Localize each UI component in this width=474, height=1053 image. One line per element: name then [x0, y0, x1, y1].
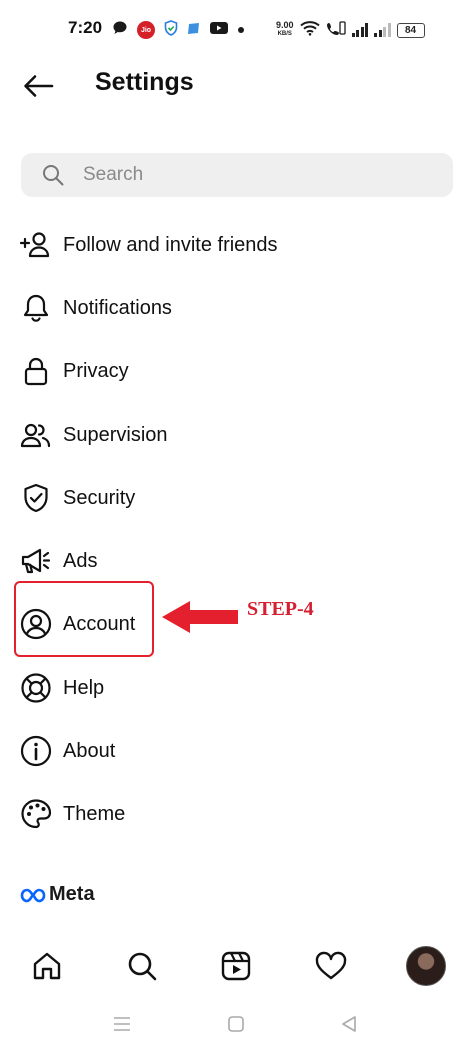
- nav-profile-button[interactable]: [406, 946, 446, 986]
- network-speed-unit: KB/S: [277, 31, 292, 37]
- back-triangle-icon: [342, 1016, 356, 1032]
- people-icon: [20, 419, 52, 451]
- meta-label: Meta: [49, 883, 95, 905]
- menu-item-supervision[interactable]: Supervision: [0, 407, 474, 463]
- lifebuoy-icon: [20, 672, 52, 704]
- bell-icon: [20, 292, 52, 324]
- menu-label: Security: [63, 486, 136, 509]
- menu-icon: [114, 1017, 130, 1031]
- bottom-nav: [0, 938, 474, 994]
- menu-label: Notifications: [63, 296, 172, 319]
- menu-item-privacy[interactable]: Privacy: [0, 343, 474, 399]
- menu-item-about[interactable]: About: [0, 723, 474, 779]
- palette-icon: [20, 798, 52, 830]
- search-icon: [41, 163, 65, 187]
- nav-reels-button[interactable]: [216, 946, 256, 986]
- search-bar[interactable]: [21, 153, 453, 197]
- jio-icon: Jio: [137, 21, 155, 39]
- add-person-icon: [20, 229, 52, 261]
- step-label: STEP-4: [247, 598, 314, 620]
- menu-label: Ads: [63, 549, 98, 572]
- menu-label: Follow and invite friends: [63, 233, 278, 256]
- menu-label: Privacy: [63, 359, 129, 382]
- network-speed-value: 9.00: [276, 20, 294, 30]
- nav-activity-button[interactable]: [311, 946, 351, 986]
- meta-infinity-icon: [20, 888, 46, 902]
- menu-label: Theme: [63, 802, 126, 825]
- menu-item-theme[interactable]: Theme: [0, 786, 474, 842]
- menu-label: About: [63, 739, 116, 762]
- search-icon: [128, 952, 157, 981]
- more-dot-icon: [237, 21, 245, 39]
- system-nav-bar: [0, 994, 474, 1053]
- nav-home-button[interactable]: [27, 946, 67, 986]
- lock-icon: [20, 355, 52, 387]
- heart-icon: [315, 951, 347, 980]
- back-button[interactable]: [18, 66, 58, 106]
- app-icon: [187, 21, 201, 40]
- status-bar: 7:20 Jio 9.00 KB/S 84: [0, 0, 474, 60]
- search-input[interactable]: [83, 164, 403, 186]
- annotation-arrow: [160, 597, 240, 642]
- page-title: Settings: [95, 68, 194, 96]
- home-square-icon: [228, 1016, 244, 1032]
- menu-label: Help: [63, 676, 105, 699]
- volte-icon: [326, 20, 346, 41]
- battery-icon: 84: [396, 22, 425, 38]
- system-menu-button[interactable]: [110, 1012, 134, 1036]
- wifi-icon: [299, 20, 320, 41]
- network-speed: 9.00 KB/S: [276, 21, 294, 39]
- highlight-box: [14, 581, 154, 657]
- menu-item-follow-invite[interactable]: Follow and invite friends: [0, 217, 474, 273]
- arrow-left-icon: [24, 75, 54, 97]
- menu-item-notifications[interactable]: Notifications: [0, 280, 474, 336]
- info-icon: [20, 735, 52, 767]
- check-shield-icon: [164, 19, 178, 41]
- chat-icon: [112, 20, 128, 41]
- signal-icon-2: [374, 23, 391, 37]
- home-icon: [33, 952, 61, 980]
- meta-logo: Meta: [20, 883, 95, 906]
- reels-icon: [221, 951, 251, 981]
- system-home-button[interactable]: [224, 1012, 248, 1036]
- menu-item-security[interactable]: Security: [0, 470, 474, 526]
- shield-icon: [20, 482, 52, 514]
- megaphone-icon: [20, 545, 52, 577]
- system-back-button[interactable]: [337, 1012, 361, 1036]
- notification-icons: Jio: [112, 19, 245, 41]
- menu-item-help[interactable]: Help: [0, 660, 474, 716]
- status-time: 7:20: [68, 18, 103, 37]
- menu-label: Supervision: [63, 423, 168, 446]
- signal-icon-1: [351, 23, 369, 37]
- profile-avatar: [406, 946, 446, 986]
- youtube-icon: [210, 21, 228, 40]
- nav-search-button[interactable]: [122, 946, 162, 986]
- system-status-icons: 9.00 KB/S 84: [276, 18, 425, 42]
